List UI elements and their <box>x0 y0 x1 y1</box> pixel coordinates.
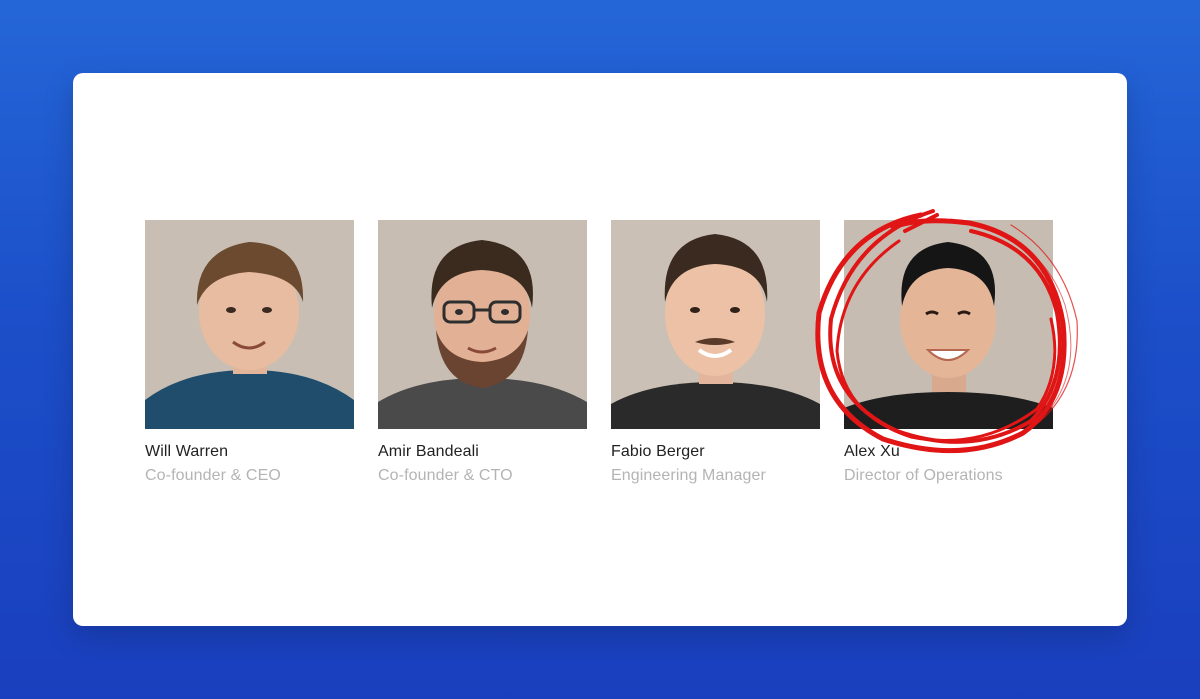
member-name: Alex Xu <box>844 443 900 460</box>
portrait-photo <box>378 220 587 429</box>
member-name: Fabio Berger <box>611 443 705 460</box>
team-member-fabio-berger[interactable]: Fabio Berger Engineering Manager <box>611 220 820 485</box>
team-member-will-warren[interactable]: Will Warren Co-founder & CEO <box>145 220 354 485</box>
portrait-photo <box>145 220 354 429</box>
member-name: Will Warren <box>145 443 229 460</box>
portrait-photo <box>844 220 1053 429</box>
member-role: Director of Operations <box>844 467 1003 484</box>
team-card: Will Warren Co-founder & CEO Amir Bandea… <box>73 73 1127 626</box>
portrait-photo <box>611 220 820 429</box>
member-role: Engineering Manager <box>611 467 766 484</box>
team-member-alex-xu[interactable]: Alex Xu Director of Operations <box>844 220 1053 485</box>
member-name: Amir Bandeali <box>378 443 479 460</box>
team-member-amir-bandeali[interactable]: Amir Bandeali Co-founder & CTO <box>378 220 587 485</box>
member-role: Co-founder & CEO <box>145 467 281 484</box>
member-role: Co-founder & CTO <box>378 467 513 484</box>
